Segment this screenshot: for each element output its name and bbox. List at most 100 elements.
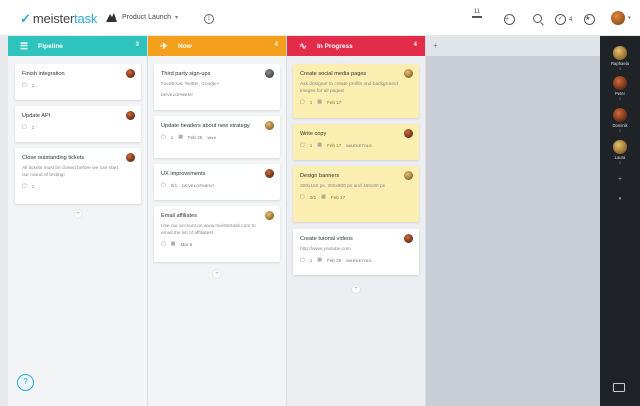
task-tag: DEVELOPMENT [182, 182, 215, 188]
checkmark-icon: ✓ [20, 11, 31, 26]
task-meta: ▢ ▦ Mar 6 [161, 241, 273, 247]
task-title: Finish integration [22, 71, 65, 77]
checklist-count: 4 [569, 16, 573, 23]
plus-icon: + [433, 41, 438, 50]
add-task-button[interactable]: + [213, 270, 221, 278]
comment-icon: ▢ [161, 182, 166, 188]
member-laura[interactable]: Laura 2 [600, 140, 640, 165]
app-logo[interactable]: ✓ meistertask [20, 11, 97, 26]
comment-count: 1 [309, 142, 313, 148]
add-member-icon[interactable]: + [600, 177, 640, 183]
comment-count: 1 [309, 257, 313, 263]
task-card[interactable]: UX improvements ▢ 0/1 DEVELOPMENT [154, 164, 280, 200]
calendar-icon: ▦ [178, 134, 184, 140]
task-card[interactable]: Finish integration ▢ 1 [15, 64, 141, 100]
column-in-progress: ∿ In Progress 4 Create social media page… [287, 36, 425, 406]
info-icon[interactable]: i [204, 14, 214, 24]
add-task-button[interactable]: + [74, 210, 82, 218]
member-task-count: 2 [618, 128, 622, 133]
task-card[interactable]: Design banners 300x150 px, 300x600 px an… [293, 166, 419, 222]
top-bar: ✓ meistertask Product Launch ▾ i 11 + ✓ … [0, 0, 640, 36]
task-card[interactable]: Create social media pages Ask designer t… [293, 64, 419, 118]
assignee-avatar [404, 171, 413, 180]
member-avatar [613, 140, 627, 154]
search-icon[interactable] [533, 14, 542, 23]
column-title: Pipeline [38, 42, 63, 50]
comment-count: 0/1 [309, 194, 317, 200]
column-title: In Progress [317, 42, 353, 50]
comment-icon: ▢ [161, 241, 166, 247]
assignee-avatar [404, 129, 413, 138]
member-dominik[interactable]: Dominik 2 [600, 108, 640, 133]
task-tag: Web [207, 134, 217, 140]
task-card[interactable]: Create tutorial videos http://www.youtub… [293, 229, 419, 275]
add-icon[interactable]: + [504, 14, 515, 25]
add-task-button[interactable]: + [352, 285, 360, 293]
task-meta: ▢ 1 [22, 183, 134, 189]
comment-icon: ▢ [22, 82, 27, 88]
task-meta: ▢ 1 [22, 124, 134, 130]
task-meta: DEVELOPMENT [161, 92, 273, 97]
task-card[interactable]: Update headers about new strategy ▢ 1 ▦ Fe… [154, 116, 280, 158]
user-avatar[interactable] [611, 11, 625, 25]
open-tasks-counter[interactable]: 11 [472, 9, 482, 18]
task-title: Design banners [300, 173, 340, 179]
column-header-in-progress[interactable]: ∿ In Progress 4 [287, 36, 425, 56]
task-meta: ▢ 0/1 ▦ Feb 17 [300, 194, 412, 200]
task-board: ☰ Pipeline 3 Finish integration ▢ 1 Updat… [0, 36, 600, 406]
members-sidebar: Raphaela 3 Peter 2 Dominik 2 Laura 2 + ▾ [600, 36, 640, 406]
column-header-now[interactable]: ✈ Now 4 [148, 36, 286, 56]
member-task-count: 2 [618, 160, 622, 165]
project-icon [106, 13, 117, 22]
task-title: Email affiliates [161, 213, 197, 219]
counter-bar-icon [472, 16, 482, 18]
member-task-count: 2 [618, 96, 622, 101]
task-card[interactable]: Third party sign-ups Facebook, Twitter, … [154, 64, 280, 110]
board-margin [0, 36, 8, 406]
column-count: 3 [135, 42, 139, 48]
comment-count: 1 [31, 82, 35, 88]
chevron-down-icon[interactable]: ▾ [600, 196, 640, 202]
assignee-avatar [265, 121, 274, 130]
comment-icon: ▢ [300, 194, 305, 200]
task-title: UX improvements [161, 171, 206, 177]
assignee-avatar [265, 69, 274, 78]
task-title: Write copy [300, 131, 327, 137]
task-tag: MARKETING [346, 142, 372, 148]
comment-icon: ▢ [22, 124, 27, 130]
plane-icon: ✈ [160, 40, 168, 51]
sidebar-toggle-icon[interactable] [613, 383, 625, 392]
task-card[interactable]: Update API ▢ 1 [15, 106, 141, 142]
task-meta: ▢ 0/1 DEVELOPMENT [161, 182, 273, 188]
assignee-avatar [404, 69, 413, 78]
comment-count: 1 [309, 99, 313, 105]
task-card[interactable]: Close outstanding tickets All tickets mu… [15, 148, 141, 204]
task-title: Close outstanding tickets [22, 155, 85, 161]
check-circle-icon: ✓ [555, 14, 566, 25]
member-task-count: 3 [618, 66, 622, 71]
column-header-pipeline[interactable]: ☰ Pipeline 3 [8, 36, 147, 56]
comment-icon: ▢ [300, 99, 305, 105]
help-chat-icon[interactable]: ? [17, 374, 34, 391]
assignee-avatar [404, 234, 413, 243]
task-tag: MARKETING [346, 257, 372, 263]
checklist-button[interactable]: ✓ 4 [555, 14, 572, 25]
board-empty-area [426, 56, 600, 406]
assignee-avatar [126, 111, 135, 120]
logo-text-prefix: meister [32, 11, 75, 26]
due-date: Feb 17 [327, 142, 342, 148]
chevron-down-icon[interactable]: ▾ [628, 15, 631, 21]
task-meta: ▢ 1 ▦ Feb 28 MARKETING [300, 257, 412, 263]
task-description: Facebook, Twitter, Google+ [161, 82, 220, 87]
member-peter[interactable]: Peter 2 [600, 76, 640, 101]
member-avatar [613, 108, 627, 122]
assignee-avatar [126, 69, 135, 78]
project-selector[interactable]: Product Launch ▾ [106, 13, 178, 22]
add-column-button[interactable]: + [426, 36, 600, 56]
star-icon[interactable]: ★ [584, 14, 595, 25]
task-description: http://www.youtube.com [300, 247, 351, 252]
member-avatar [613, 76, 627, 90]
member-raphaela[interactable]: Raphaela 3 [600, 46, 640, 71]
task-card[interactable]: Write copy ▢ 1 ▦ Feb 17 MARKETING [293, 124, 419, 160]
task-card[interactable]: Email affiliates Use our account on www.… [154, 206, 280, 262]
